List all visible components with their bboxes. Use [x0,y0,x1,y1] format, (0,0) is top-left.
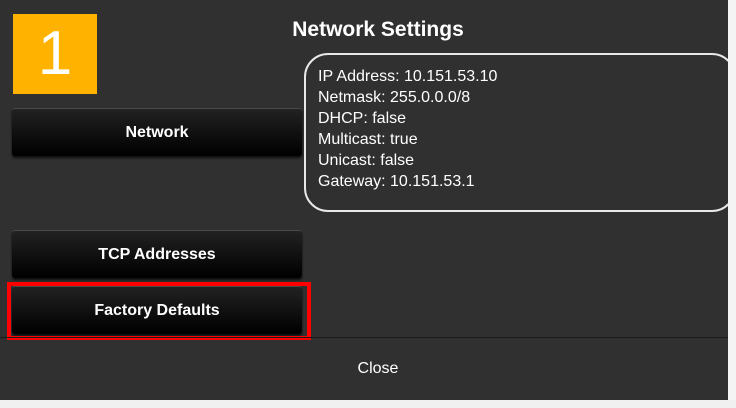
factory-defaults-button[interactable]: Factory Defaults [12,286,302,334]
background-edge-bottom [0,400,736,408]
multicast-line: Multicast: true [318,131,418,148]
network-info-list: IP Address: 10.151.53.10 Netmask: 255.0.… [318,66,497,192]
step-number-badge: 1 [13,14,97,94]
network-button[interactable]: Network [12,108,302,156]
tcp-addresses-button[interactable]: TCP Addresses [12,230,302,278]
network-settings-dialog: Network Settings 1 Network IP Address: 1… [0,0,736,408]
unicast-line: Unicast: false [318,152,415,169]
background-edge-right [728,0,736,408]
close-button[interactable]: Close [0,338,736,400]
ip-address-line: IP Address: 10.151.53.10 [318,68,498,85]
netmask-line: Netmask: 255.0.0.0/8 [318,89,471,106]
gateway-line: Gateway: 10.151.53.1 [318,173,475,190]
dhcp-line: DHCP: false [318,110,407,127]
dialog-title: Network Settings [292,18,464,41]
network-info-panel: IP Address: 10.151.53.10 Netmask: 255.0.… [304,53,736,212]
